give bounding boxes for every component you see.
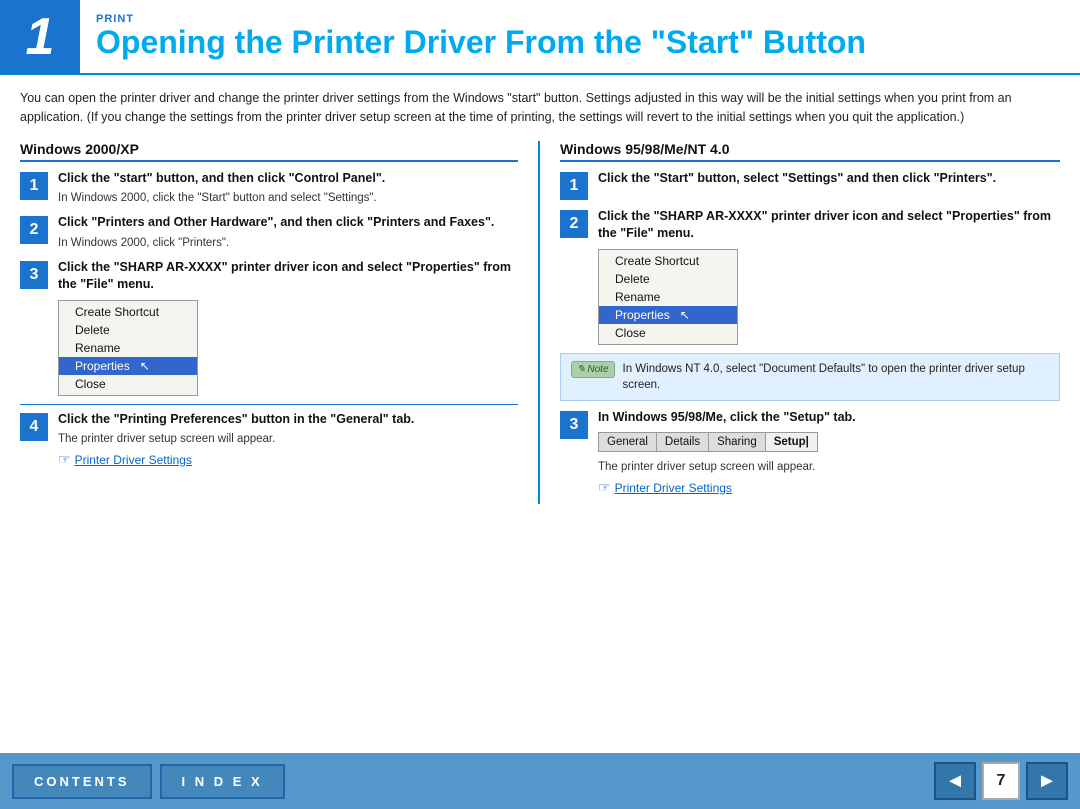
left-column: Windows 2000/XP 1 Click the "start" butt… [20, 141, 540, 505]
menu-item-properties-left: Properties ↖ [59, 357, 197, 375]
step-sub-3-right: The printer driver setup screen will app… [598, 459, 1060, 475]
link-icon-right: ☞ [598, 479, 611, 496]
step-number-4-left: 4 [20, 413, 48, 441]
left-column-heading: Windows 2000/XP [20, 141, 518, 162]
step-1-right: 1 Click the "Start" button, select "Sett… [560, 170, 1060, 200]
menu-item-properties-right: Properties ↖ [599, 306, 737, 324]
menu-item-create-shortcut-left: Create Shortcut [59, 303, 197, 321]
step-content-1-right: Click the "Start" button, select "Settin… [598, 170, 1060, 188]
two-column-layout: Windows 2000/XP 1 Click the "start" butt… [20, 141, 1060, 505]
step-number-2-right: 2 [560, 210, 588, 238]
prev-page-button[interactable]: ◄ [934, 762, 976, 800]
menu-item-delete-right: Delete [599, 270, 737, 288]
menu-item-create-shortcut-right: Create Shortcut [599, 252, 737, 270]
step-main-1-left: Click the "start" button, and then click… [58, 170, 518, 188]
index-button[interactable]: I N D E X [160, 764, 285, 799]
step-sub-2-left: In Windows 2000, click "Printers". [58, 235, 518, 251]
note-icon: ✎ [577, 364, 585, 375]
context-menu-left: Create Shortcut Delete Rename Properties… [58, 300, 198, 396]
page-title: Opening the Printer Driver From the "Sta… [96, 25, 866, 60]
note-badge: ✎ Note [571, 361, 615, 378]
step-2-left: 2 Click "Printers and Other Hardware", a… [20, 214, 518, 251]
step-number-1-left: 1 [20, 172, 48, 200]
step-sub-1-left: In Windows 2000, click the "Start" butto… [58, 190, 518, 206]
step-main-4-left: Click the "Printing Preferences" button … [58, 411, 518, 429]
right-column: Windows 95/98/Me/NT 4.0 1 Click the "Sta… [540, 141, 1060, 505]
page-number: 7 [982, 762, 1020, 800]
step-sub-4-left: The printer driver setup screen will app… [58, 431, 518, 447]
tab-sharing: Sharing [709, 433, 766, 451]
step-4-left: 4 Click the "Printing Preferences" butto… [20, 411, 518, 469]
step-main-1-right: Click the "Start" button, select "Settin… [598, 170, 1060, 188]
prev-arrow-icon: ◄ [945, 770, 965, 793]
tab-details: Details [657, 433, 709, 451]
step-content-3-right: In Windows 95/98/Me, click the "Setup" t… [598, 409, 1060, 497]
step-content-4-left: Click the "Printing Preferences" button … [58, 411, 518, 469]
tab-setup: Setup| [766, 433, 817, 451]
context-menu-right: Create Shortcut Delete Rename Properties… [598, 249, 738, 345]
step-3-left: 3 Click the "SHARP AR-XXXX" printer driv… [20, 259, 518, 396]
link-text-right[interactable]: Printer Driver Settings [615, 481, 732, 495]
step-content-2-right: Click the "SHARP AR-XXXX" printer driver… [598, 208, 1060, 345]
footer: CONTENTS I N D E X ◄ 7 ► [0, 753, 1080, 809]
menu-item-rename-left: Rename [59, 339, 197, 357]
menu-item-rename-right: Rename [599, 288, 737, 306]
next-arrow-icon: ► [1037, 770, 1057, 793]
menu-item-delete-left: Delete [59, 321, 197, 339]
menu-item-close-right: Close [599, 324, 737, 342]
step-3-right: 3 In Windows 95/98/Me, click the "Setup"… [560, 409, 1060, 497]
menu-item-close-left: Close [59, 375, 197, 393]
right-column-heading: Windows 95/98/Me/NT 4.0 [560, 141, 1060, 162]
step-number-3-right: 3 [560, 411, 588, 439]
chapter-number: 1 [0, 0, 80, 73]
note-label: Note [587, 364, 608, 375]
tab-bar-right: General Details Sharing Setup| [598, 432, 818, 452]
step-main-3-right: In Windows 95/98/Me, click the "Setup" t… [598, 409, 1060, 427]
link-ref-left[interactable]: ☞ Printer Driver Settings [58, 451, 518, 468]
tab-general: General [599, 433, 657, 451]
step-content-2-left: Click "Printers and Other Hardware", and… [58, 214, 518, 251]
step-number-1-right: 1 [560, 172, 588, 200]
step-main-2-right: Click the "SHARP AR-XXXX" printer driver… [598, 208, 1060, 243]
footer-nav: ◄ 7 ► [934, 762, 1068, 800]
main-content: You can open the printer driver and chan… [0, 75, 1080, 753]
step-2-right: 2 Click the "SHARP AR-XXXX" printer driv… [560, 208, 1060, 345]
note-block: ✎ Note In Windows NT 4.0, select "Docume… [560, 353, 1060, 401]
link-text-left[interactable]: Printer Driver Settings [75, 453, 192, 467]
divider-left [20, 404, 518, 405]
page-header: 1 PRINT Opening the Printer Driver From … [0, 0, 1080, 75]
step-main-2-left: Click "Printers and Other Hardware", and… [58, 214, 518, 232]
link-icon-left: ☞ [58, 451, 71, 468]
step-number-3-left: 3 [20, 261, 48, 289]
contents-button[interactable]: CONTENTS [12, 764, 152, 799]
step-number-2-left: 2 [20, 216, 48, 244]
step-content-3-left: Click the "SHARP AR-XXXX" printer driver… [58, 259, 518, 396]
intro-paragraph: You can open the printer driver and chan… [20, 89, 1060, 127]
header-text-block: PRINT Opening the Printer Driver From th… [80, 0, 882, 73]
link-ref-right[interactable]: ☞ Printer Driver Settings [598, 479, 1060, 496]
next-page-button[interactable]: ► [1026, 762, 1068, 800]
note-text: In Windows NT 4.0, select "Document Defa… [623, 361, 1049, 393]
step-content-1-left: Click the "start" button, and then click… [58, 170, 518, 207]
step-1-left: 1 Click the "start" button, and then cli… [20, 170, 518, 207]
step-main-3-left: Click the "SHARP AR-XXXX" printer driver… [58, 259, 518, 294]
